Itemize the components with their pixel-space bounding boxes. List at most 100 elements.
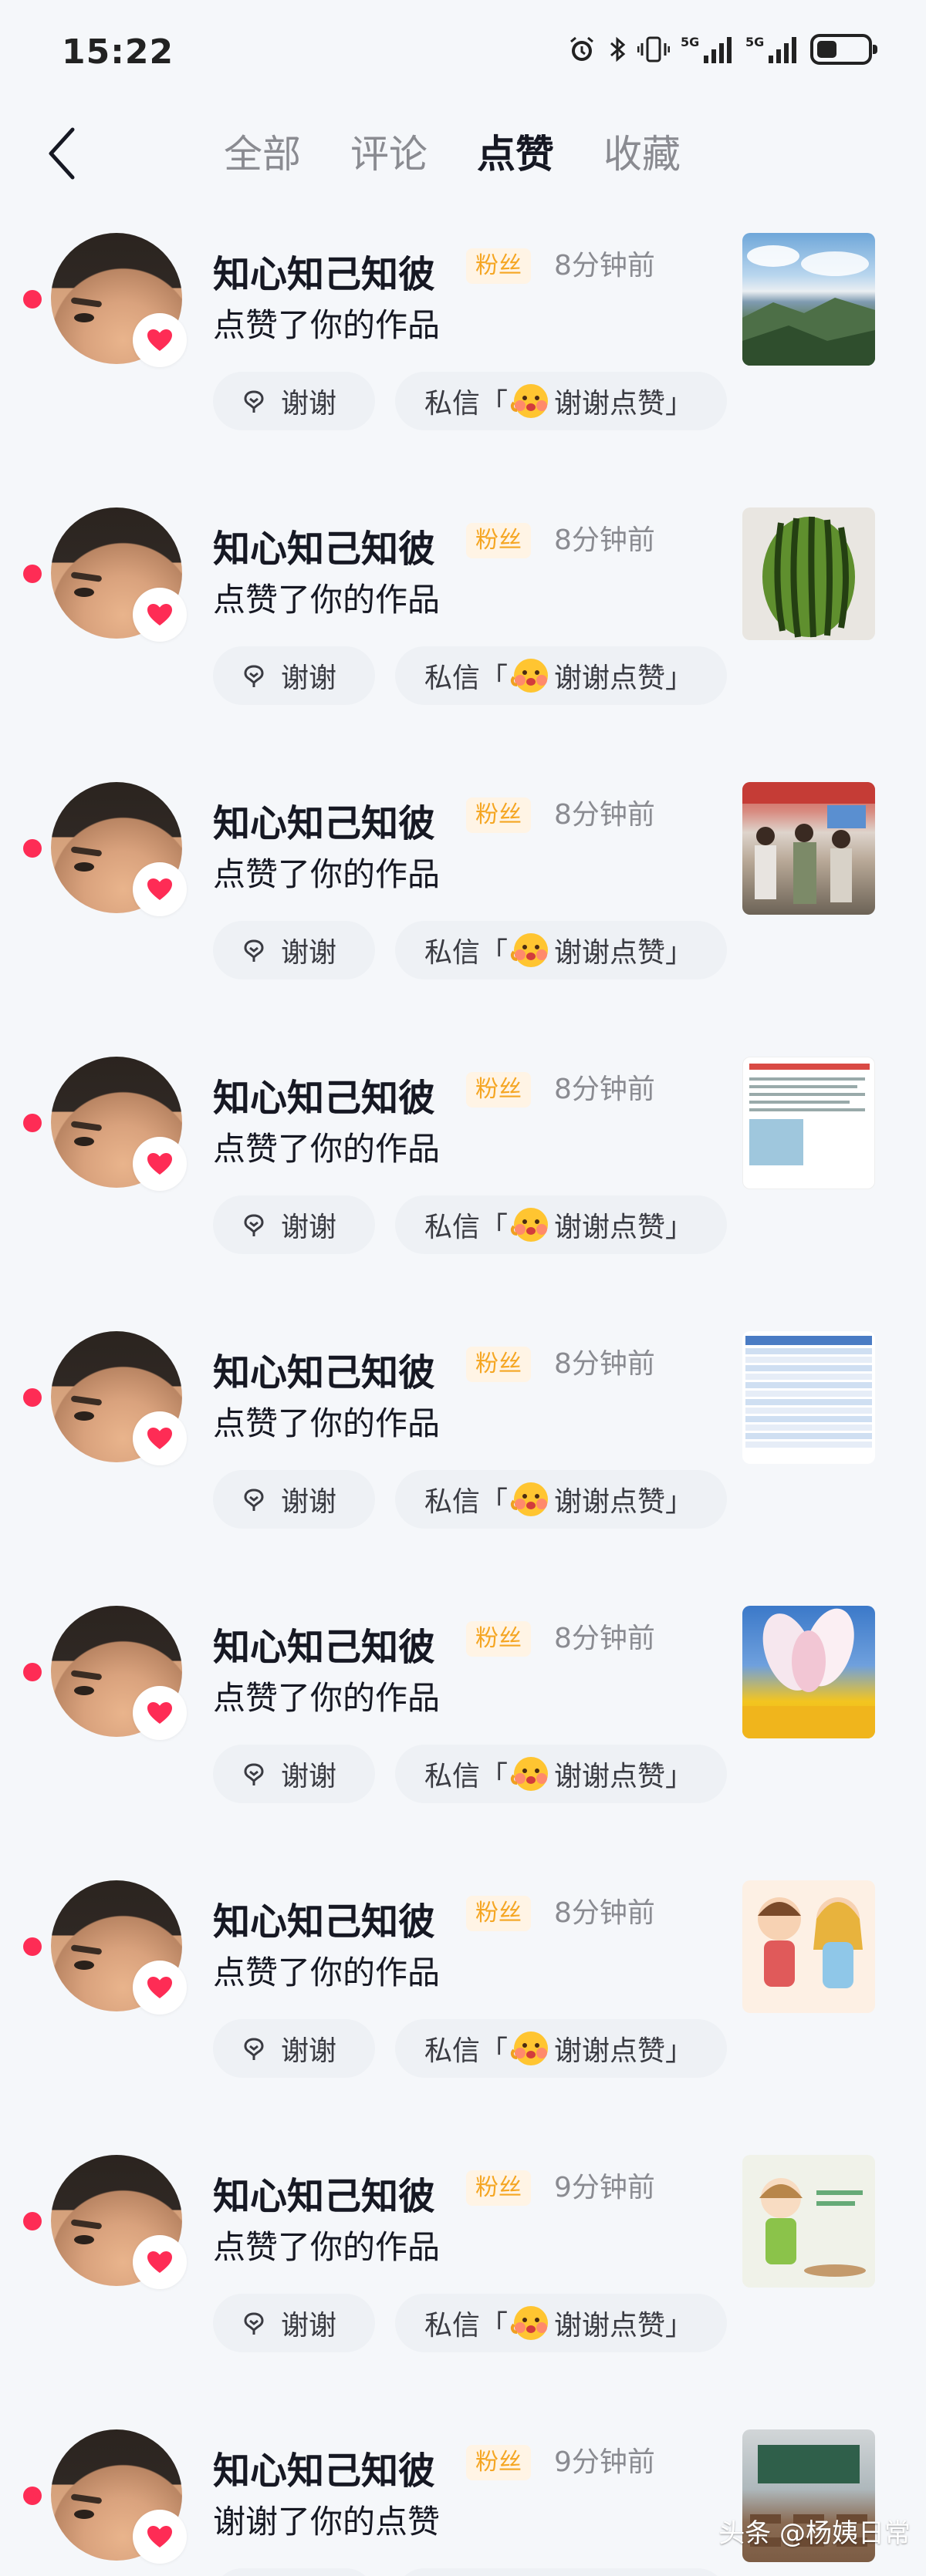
heart-icon: [133, 588, 187, 642]
heart-icon: [133, 1961, 187, 2015]
timestamp: 8分钟前: [554, 1348, 655, 1380]
dm-text: 谢谢点赞」: [554, 2310, 694, 2342]
post-thumbnail-watermelon[interactable]: [742, 507, 875, 640]
tab-comments[interactable]: 评论: [350, 123, 428, 185]
post-thumbnail-mountain-landscape[interactable]: [742, 233, 875, 366]
thanks-button[interactable]: 谢谢: [213, 646, 375, 705]
emoji-icon: [509, 2027, 553, 2070]
user-name[interactable]: 知心知己知彼: [213, 1617, 435, 1671]
svg-text:5G: 5G: [745, 35, 764, 49]
action-text: 点赞了你的作品: [213, 1404, 441, 1442]
battery-icon: [810, 34, 877, 65]
dm-thanks-button[interactable]: 私信「 谢谢点赞」: [395, 2019, 727, 2078]
user-name[interactable]: 知心知己知彼: [213, 1891, 435, 1945]
user-name[interactable]: 知心知己知彼: [213, 2166, 435, 2220]
action-text: 点赞了你的作品: [213, 2228, 441, 2266]
post-thumbnail-cartoon-girl[interactable]: [742, 2155, 875, 2288]
notification-item[interactable]: 知心知己知彼 粉丝 8分钟前 点赞了你的作品 谢谢 私信「 谢谢点赞」: [0, 1581, 926, 1856]
action-text: 点赞了你的作品: [213, 855, 441, 893]
tab-favorites[interactable]: 收藏: [603, 123, 681, 185]
thanks-label: 谢谢: [281, 1761, 337, 1792]
dm-thanks-button[interactable]: 私信「 谢谢点赞」: [395, 2294, 727, 2352]
user-name[interactable]: 知心知己知彼: [213, 1067, 435, 1121]
dm-text: 谢谢点赞」: [554, 663, 694, 694]
thanks-button[interactable]: 谢谢: [213, 2568, 375, 2576]
handshake-icon: [241, 388, 267, 414]
dm-prefix: 私信「: [424, 937, 509, 969]
notification-item[interactable]: 知心知己知彼 粉丝 8分钟前 点赞了你的作品 谢谢 私信「 谢谢点赞」: [0, 1307, 926, 1581]
tab-bar: 全部 评论 点赞 收藏: [224, 123, 681, 185]
dm-prefix: 私信「: [424, 1212, 509, 1243]
status-bar: 15:22 5G 5G: [0, 0, 926, 108]
unread-dot: [23, 290, 42, 309]
dm-thanks-button[interactable]: 私信「 谢谢点赞」: [395, 1745, 727, 1803]
emoji-icon: [509, 1203, 553, 1246]
status-time: 15:22: [62, 32, 174, 72]
timestamp: 8分钟前: [554, 1074, 655, 1105]
action-text: 点赞了你的作品: [213, 581, 441, 619]
notification-item[interactable]: 知心知己知彼 粉丝 8分钟前 点赞了你的作品 谢谢 私信「 谢谢点赞」: [0, 757, 926, 1032]
unread-dot: [23, 2487, 42, 2505]
handshake-icon: [241, 937, 267, 963]
handshake-icon: [241, 2035, 267, 2062]
unread-dot: [23, 839, 42, 858]
user-name[interactable]: 知心知己知彼: [213, 518, 435, 572]
post-thumbnail-cartoon-kids[interactable]: [742, 1880, 875, 2013]
dm-thanks-button[interactable]: 私信「 谢谢点赞」: [395, 1195, 727, 1254]
user-name[interactable]: 知心知己知彼: [213, 2440, 435, 2494]
unread-dot: [23, 1114, 42, 1132]
dm-thanks-button[interactable]: 私信「 谢谢点赞」: [395, 646, 727, 705]
timestamp: 8分钟前: [554, 1623, 655, 1654]
heart-icon: [133, 1686, 187, 1740]
thanks-button[interactable]: 谢谢: [213, 1470, 375, 1529]
dm-text: 谢谢点赞」: [554, 1212, 694, 1243]
notification-item[interactable]: 知心知己知彼 粉丝 8分钟前 点赞了你的作品 谢谢 私信「 谢谢点赞」: [0, 483, 926, 757]
thanks-button[interactable]: 谢谢: [213, 921, 375, 979]
thanks-label: 谢谢: [281, 2310, 337, 2342]
dm-text: 谢谢点赞」: [554, 2035, 694, 2067]
fan-badge: 粉丝: [466, 2170, 531, 2206]
action-text: 点赞了你的作品: [213, 1679, 441, 1717]
user-name[interactable]: 知心知己知彼: [213, 244, 435, 298]
thanks-button[interactable]: 谢谢: [213, 1195, 375, 1254]
user-name[interactable]: 知心知己知彼: [213, 793, 435, 847]
dm-thanks-button[interactable]: 私信「 谢谢点赞」: [395, 921, 727, 979]
post-thumbnail-flower[interactable]: [742, 1606, 875, 1738]
action-text: 点赞了你的作品: [213, 1954, 441, 1991]
notification-item[interactable]: 知心知己知彼 粉丝 8分钟前 点赞了你的作品 谢谢 私信「 谢谢点赞」: [0, 1856, 926, 2130]
dm-thanks-button[interactable]: 私信「 谢谢点赞」: [395, 1470, 727, 1529]
watermark: 头条 @杨姨日常: [718, 2518, 911, 2549]
thanks-label: 谢谢: [281, 1212, 337, 1243]
post-thumbnail-data-table[interactable]: [742, 1331, 875, 1464]
notification-item[interactable]: 知心知己知彼 粉丝 8分钟前 点赞了你的作品 谢谢 私信「 谢谢点赞」: [0, 1032, 926, 1307]
fan-badge: 粉丝: [466, 248, 531, 284]
fan-badge: 粉丝: [466, 1896, 531, 1931]
dm-prefix: 私信「: [424, 2035, 509, 2067]
action-text: 点赞了你的作品: [213, 306, 441, 344]
thanks-button[interactable]: 谢谢: [213, 2294, 375, 2352]
thanks-button[interactable]: 谢谢: [213, 372, 375, 430]
tab-all[interactable]: 全部: [224, 123, 301, 185]
thanks-button[interactable]: 谢谢: [213, 1745, 375, 1803]
action-text: 点赞了你的作品: [213, 1130, 441, 1168]
notification-item[interactable]: 知心知己知彼 粉丝 9分钟前 点赞了你的作品 谢谢 私信「 谢谢点赞」: [0, 2130, 926, 2405]
post-thumbnail-text-document[interactable]: [742, 1057, 875, 1189]
tab-likes[interactable]: 点赞: [477, 123, 554, 185]
dm-thanks-button[interactable]: 私信「 谢谢点赞」: [395, 2568, 727, 2576]
notification-item[interactable]: 知心知己知彼 粉丝 8分钟前 点赞了你的作品 谢谢 私信「 谢谢点赞」: [0, 208, 926, 483]
dm-thanks-button[interactable]: 私信「 谢谢点赞」: [395, 372, 727, 430]
dm-text: 谢谢点赞」: [554, 388, 694, 420]
thanks-label: 谢谢: [281, 2035, 337, 2067]
signal-5g-icon-2: 5G: [745, 34, 799, 65]
user-name[interactable]: 知心知己知彼: [213, 1342, 435, 1396]
top-nav: 全部 评论 点赞 收藏: [0, 108, 926, 201]
handshake-icon: [241, 2310, 267, 2336]
thanks-button[interactable]: 谢谢: [213, 2019, 375, 2078]
emoji-icon: [509, 2301, 553, 2345]
notification-list: 知心知己知彼 粉丝 8分钟前 点赞了你的作品 谢谢 私信「 谢谢点赞」 知心知己…: [0, 208, 926, 2576]
post-thumbnail-crowd-in-room[interactable]: [742, 782, 875, 915]
back-button[interactable]: [39, 119, 85, 188]
unread-dot: [23, 1663, 42, 1681]
fan-badge: 粉丝: [466, 1621, 531, 1657]
notification-item[interactable]: 知心知己知彼 粉丝 9分钟前 谢谢了你的点赞 谢谢 私信「 谢谢点赞」: [0, 2405, 926, 2576]
